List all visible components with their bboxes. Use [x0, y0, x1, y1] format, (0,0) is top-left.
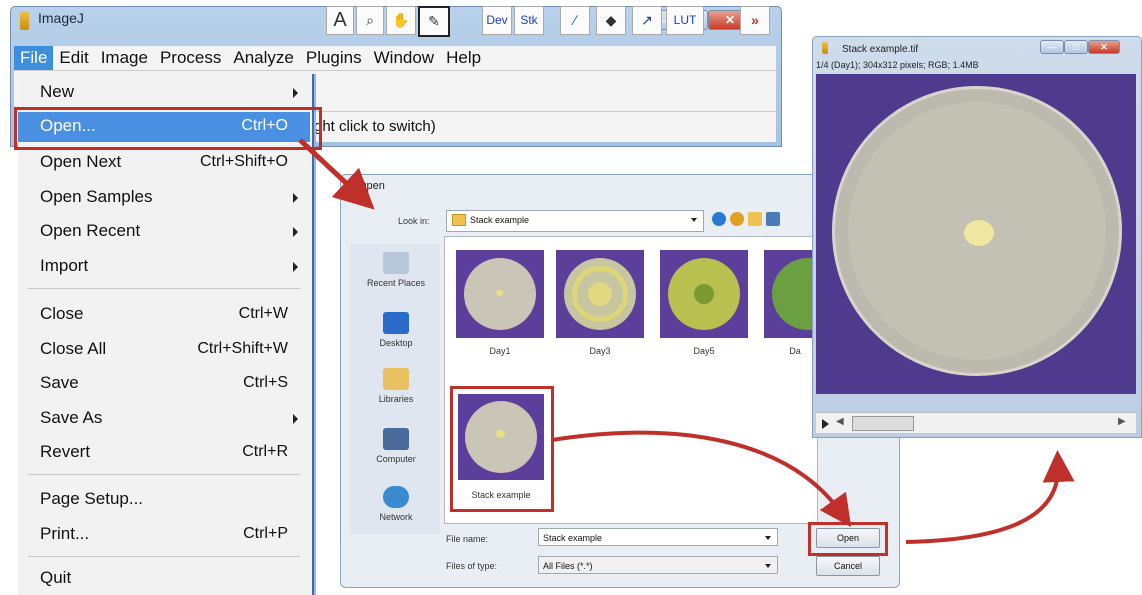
annotation-arrows — [298, 138, 1075, 544]
